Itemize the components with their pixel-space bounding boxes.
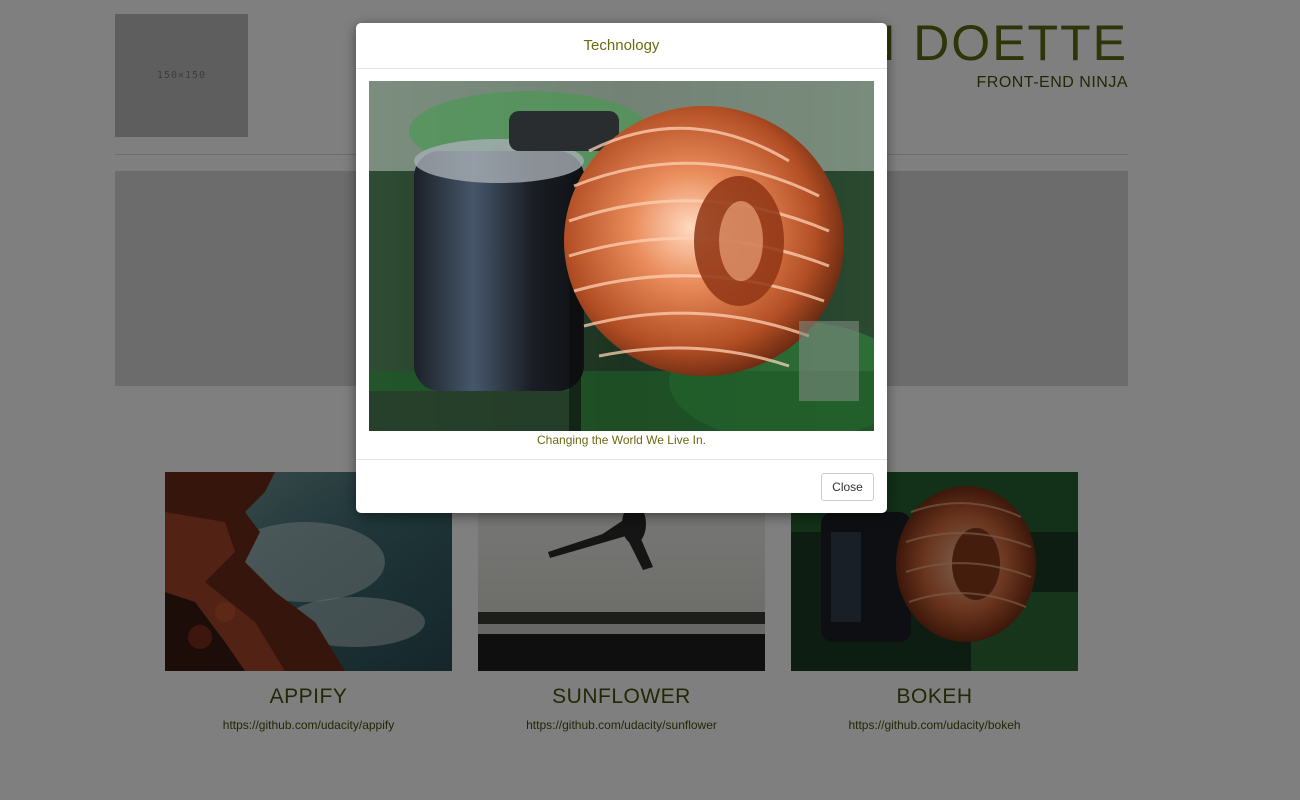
modal-body: Changing the World We Live In. <box>356 69 887 447</box>
modal-caption: Changing the World We Live In. <box>537 433 706 447</box>
image-modal: Technology Changing the World We Live In… <box>356 23 887 513</box>
modal-header: Technology <box>356 23 887 69</box>
modal-footer: Close <box>356 459 887 513</box>
modal-title: Technology <box>583 37 660 54</box>
close-button[interactable]: Close <box>821 473 874 501</box>
modal-image <box>369 81 874 431</box>
